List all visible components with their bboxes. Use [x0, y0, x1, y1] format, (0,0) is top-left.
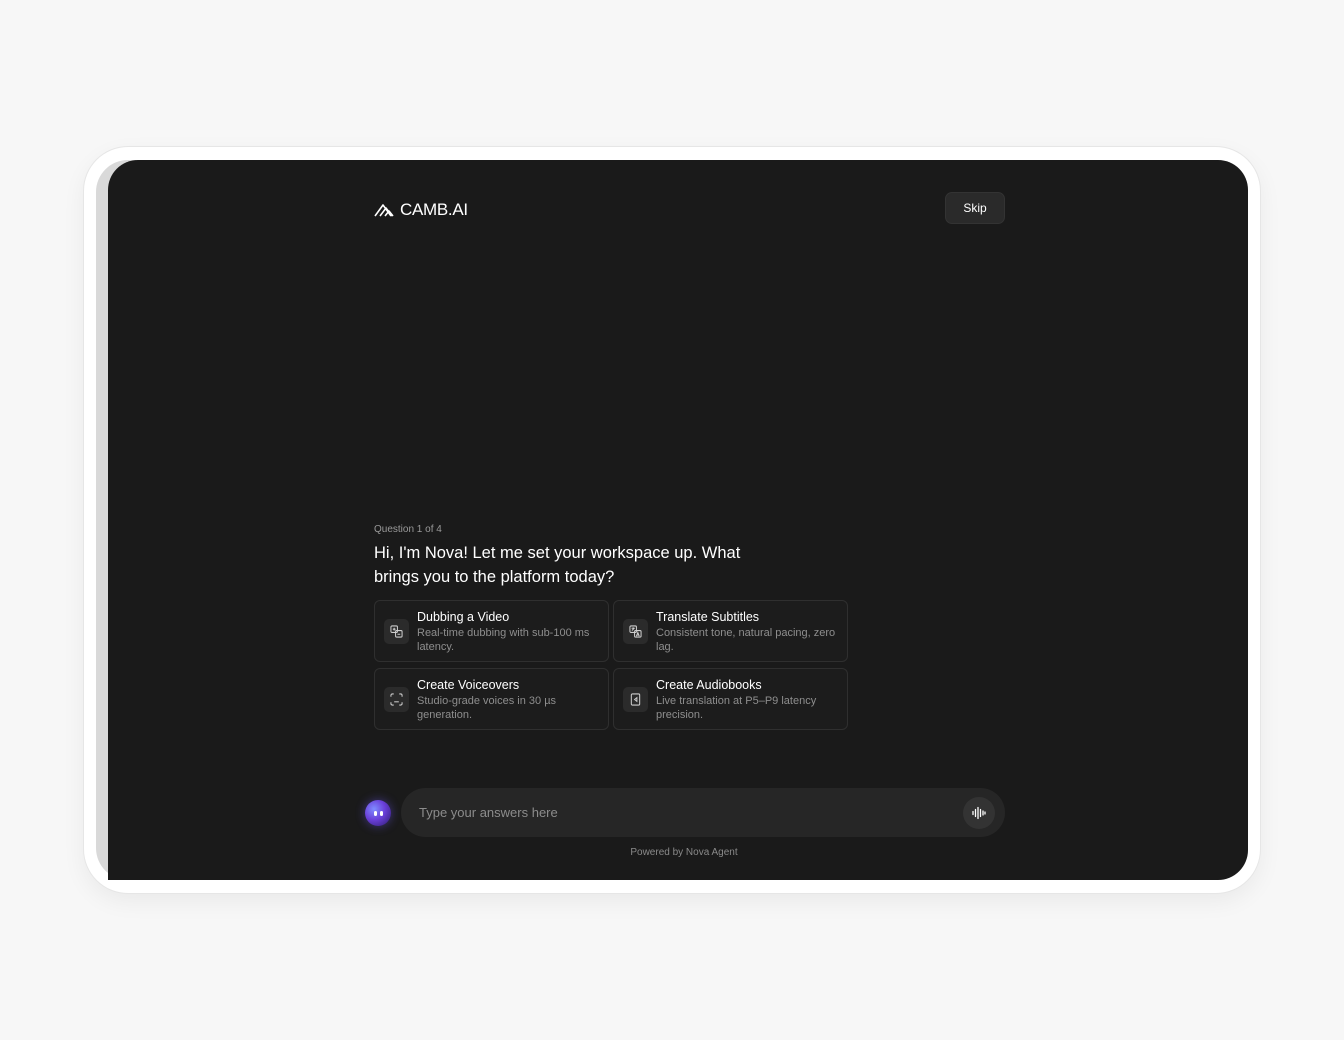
answer-input[interactable]	[419, 797, 963, 828]
voice-input-button[interactable]	[963, 796, 995, 829]
powered-by-text: Powered by Nova Agent	[630, 847, 738, 858]
option-translate-subtitles[interactable]: Translate Subtitles Consistent tone, nat…	[613, 600, 848, 662]
option-description: Real-time dubbing with sub-100 ms latenc…	[417, 627, 590, 653]
option-title: Translate Subtitles	[656, 610, 760, 624]
option-create-audiobooks[interactable]: Create Audiobooks Live translation at P5…	[613, 668, 848, 730]
voiceover-icon	[384, 687, 409, 712]
camb-logo: CAMB.AI	[374, 200, 468, 220]
dubbing-icon	[384, 619, 409, 644]
question-title: Hi, I'm Nova! Let me set your workspace …	[374, 544, 741, 586]
option-create-voiceovers[interactable]: Create Voiceovers Studio-grade voices in…	[374, 668, 609, 730]
chat-bar	[401, 788, 1005, 837]
option-description: Consistent tone, natural pacing, zero la…	[656, 627, 836, 653]
options-grid: Dubbing a Video Real-time dubbing with s…	[374, 600, 848, 730]
logo-text: CAMB.AI	[400, 200, 468, 219]
app-screen: CAMB.AI Skip Question 1 of 4 Hi, I'm Nov…	[108, 160, 1248, 880]
option-title: Create Audiobooks	[656, 678, 762, 692]
skip-button[interactable]: Skip	[945, 192, 1005, 224]
nova-avatar	[365, 800, 391, 826]
option-title: Create Voiceovers	[417, 678, 520, 692]
option-description: Studio-grade voices in 30 µs generation.	[417, 695, 557, 721]
question-counter: Question 1 of 4	[374, 524, 442, 535]
option-dubbing-video[interactable]: Dubbing a Video Real-time dubbing with s…	[374, 600, 609, 662]
option-description: Live translation at P5–P9 latency precis…	[656, 695, 817, 721]
option-title: Dubbing a Video	[417, 610, 510, 624]
waveform-icon	[972, 806, 986, 819]
camb-logo-icon	[374, 204, 394, 217]
avatar-eye-icon	[379, 810, 383, 816]
translate-icon	[623, 619, 648, 644]
avatar-eye-icon	[373, 810, 377, 816]
audiobook-icon	[623, 687, 648, 712]
